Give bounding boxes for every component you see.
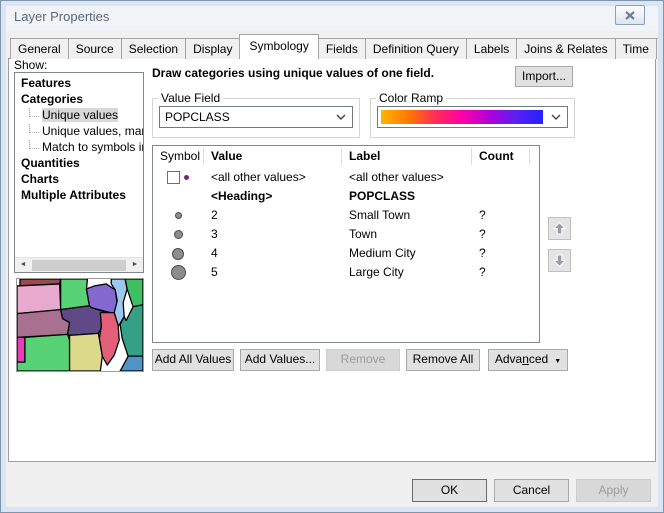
map-region bbox=[17, 337, 25, 362]
import-button[interactable]: Import... bbox=[515, 66, 573, 87]
color-ramp-combobox[interactable] bbox=[377, 106, 568, 128]
close-icon bbox=[625, 11, 635, 20]
point-symbol bbox=[172, 248, 184, 260]
tab-strip: General Source Selection Display Symbolo… bbox=[10, 35, 664, 59]
point-symbol bbox=[184, 175, 189, 180]
table-row[interactable]: <all other values> <all other values> bbox=[153, 168, 539, 187]
tab-display[interactable]: Display bbox=[185, 38, 240, 59]
tab-selection[interactable]: Selection bbox=[121, 38, 186, 59]
chevron-down-icon bbox=[330, 114, 352, 120]
move-up-button[interactable] bbox=[548, 217, 571, 240]
show-item-features[interactable]: Features bbox=[15, 75, 143, 91]
show-item-categories[interactable]: Categories bbox=[15, 91, 143, 107]
tab-definition-query[interactable]: Definition Query bbox=[365, 38, 467, 59]
scroll-right-icon[interactable]: ► bbox=[127, 258, 143, 273]
tab-time[interactable]: Time bbox=[615, 38, 657, 59]
tab-general[interactable]: General bbox=[10, 38, 69, 59]
symbology-map-preview bbox=[16, 278, 144, 372]
table-header: Symbol Value Label Count bbox=[153, 146, 539, 167]
tab-symbology[interactable]: Symbology bbox=[239, 34, 318, 59]
value-field-label: Value Field bbox=[158, 91, 223, 105]
map-region bbox=[17, 284, 61, 314]
map-region bbox=[61, 279, 90, 310]
chevron-down-icon bbox=[545, 107, 567, 127]
move-down-button[interactable] bbox=[548, 249, 571, 272]
close-button[interactable] bbox=[615, 5, 645, 25]
table-row[interactable]: 2 Small Town ? bbox=[153, 206, 539, 225]
map-region bbox=[125, 279, 143, 307]
apply-button[interactable]: Apply bbox=[576, 479, 651, 502]
up-arrow-icon bbox=[552, 221, 567, 236]
scroll-left-icon[interactable]: ◄ bbox=[15, 258, 31, 273]
show-label: Show: bbox=[14, 58, 47, 72]
cancel-button[interactable]: Cancel bbox=[494, 479, 569, 502]
advanced-button[interactable]: Advanced▼ bbox=[488, 349, 568, 371]
column-header-count: Count bbox=[479, 149, 514, 163]
show-item-unique-values[interactable]: Unique values bbox=[15, 107, 143, 123]
table-row[interactable]: 3 Town ? bbox=[153, 225, 539, 244]
tab-source[interactable]: Source bbox=[68, 38, 122, 59]
show-item-charts[interactable]: Charts bbox=[15, 171, 143, 187]
table-row[interactable]: 4 Medium City ? bbox=[153, 244, 539, 263]
point-symbol bbox=[171, 265, 186, 280]
value-field-selected: POPCLASS bbox=[160, 110, 330, 124]
ok-button[interactable]: OK bbox=[412, 479, 487, 502]
column-header-value: Value bbox=[211, 149, 242, 163]
show-item-match-symbols[interactable]: Match to symbols in a bbox=[15, 139, 143, 155]
tab-html-popup[interactable]: HTML Popup bbox=[656, 38, 664, 59]
horizontal-scrollbar[interactable]: ◄ ► bbox=[15, 257, 143, 272]
map-region bbox=[120, 356, 143, 371]
scrollbar-thumb[interactable] bbox=[32, 260, 126, 271]
tab-labels[interactable]: Labels bbox=[466, 38, 517, 59]
show-tree-list: Features Categories Unique values Unique… bbox=[14, 72, 144, 273]
color-ramp-group: Color Ramp bbox=[370, 98, 575, 138]
title-bar: Layer Properties bbox=[6, 1, 658, 31]
unique-values-table: Symbol Value Label Count <all other valu… bbox=[152, 145, 540, 343]
tab-fields[interactable]: Fields bbox=[318, 38, 366, 59]
table-row[interactable]: 5 Large City ? bbox=[153, 263, 539, 282]
dropdown-arrow-icon: ▼ bbox=[554, 358, 561, 365]
point-symbol bbox=[175, 212, 182, 219]
map-region bbox=[70, 333, 103, 371]
add-values-button[interactable]: Add Values... bbox=[240, 349, 320, 371]
window-title: Layer Properties bbox=[14, 9, 109, 24]
all-other-values-checkbox[interactable] bbox=[167, 171, 180, 184]
map-region bbox=[99, 313, 119, 365]
layer-properties-dialog: Layer Properties General Source Selectio… bbox=[0, 0, 664, 513]
show-item-quantities[interactable]: Quantities bbox=[15, 155, 143, 171]
map-region bbox=[17, 334, 70, 371]
value-field-group: Value Field POPCLASS bbox=[152, 98, 360, 138]
color-ramp-gradient bbox=[381, 110, 543, 124]
table-row[interactable]: <Heading> POPCLASS bbox=[153, 187, 539, 206]
symbology-description: Draw categories using unique values of o… bbox=[152, 66, 434, 80]
add-all-values-button[interactable]: Add All Values bbox=[152, 349, 234, 371]
show-item-unique-values-many[interactable]: Unique values, many bbox=[15, 123, 143, 139]
point-symbol bbox=[174, 230, 183, 239]
remove-all-button[interactable]: Remove All bbox=[406, 349, 480, 371]
column-header-symbol: Symbol bbox=[160, 149, 200, 163]
show-item-multiple-attributes[interactable]: Multiple Attributes bbox=[15, 187, 143, 203]
tab-joins-relates[interactable]: Joins & Relates bbox=[516, 38, 615, 59]
down-arrow-icon bbox=[552, 253, 567, 268]
value-field-combobox[interactable]: POPCLASS bbox=[159, 106, 353, 128]
column-header-label: Label bbox=[349, 149, 380, 163]
color-ramp-label: Color Ramp bbox=[376, 91, 446, 105]
remove-button[interactable]: Remove bbox=[326, 349, 400, 371]
